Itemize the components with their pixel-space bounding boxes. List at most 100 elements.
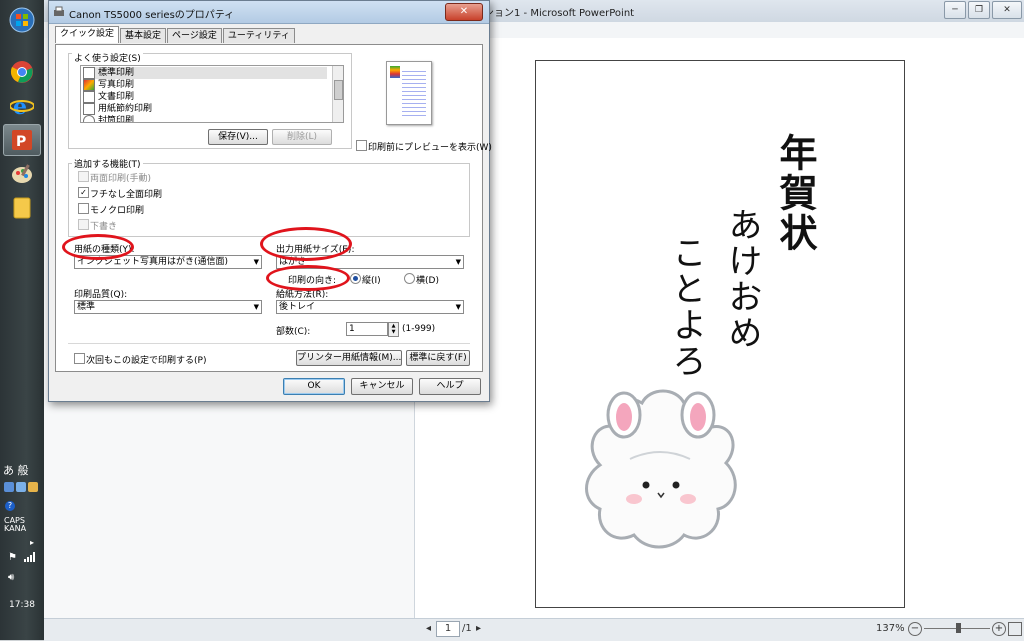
minimize-icon: ─ — [952, 5, 958, 15]
ok-button[interactable]: OK — [283, 378, 345, 395]
duplex-label[interactable]: 両面印刷(手動) — [90, 171, 151, 184]
photo-print-icon — [83, 79, 95, 91]
tray-app-icon[interactable] — [4, 482, 14, 492]
defaults-button[interactable]: 標準に戻す(F) — [406, 350, 470, 366]
zoom-level[interactable]: 137% — [876, 623, 905, 634]
list-scrollbar[interactable] — [332, 66, 343, 122]
quality-label: 印刷品質(Q): — [74, 290, 128, 300]
portrait-label[interactable]: 縦(I) — [362, 273, 381, 286]
slide-title-nengajo[interactable]: 年賀状 — [768, 133, 823, 253]
page-number-input[interactable]: 1 — [436, 621, 460, 637]
dialog-title: Canon TS5000 seriesのプロパティ — [69, 10, 235, 21]
help-button[interactable]: ヘルプ — [419, 378, 481, 395]
clock[interactable]: 17:38 — [0, 600, 44, 610]
ppt-window-title: ション1 - Microsoft PowerPoint — [484, 8, 635, 19]
monochrome-label[interactable]: モノクロ印刷 — [90, 203, 144, 216]
taskbar-powerpoint[interactable]: P — [3, 124, 41, 156]
draft-checkbox[interactable] — [78, 219, 89, 230]
tray-app-icon[interactable] — [28, 482, 38, 492]
taskbar-paint[interactable] — [3, 158, 41, 190]
duplex-checkbox[interactable] — [78, 171, 89, 182]
frequent-settings-list[interactable]: 標準印刷 写真印刷 文書印刷 用紙節約印刷 封筒印刷 — [80, 65, 344, 123]
copies-spinner[interactable]: ▲ ▼ — [388, 322, 399, 337]
list-item[interactable]: 文書印刷 — [83, 91, 134, 103]
taskbar-ie[interactable]: e — [3, 90, 41, 122]
list-item[interactable]: 用紙節約印刷 — [83, 103, 152, 115]
show-hidden-icons[interactable]: ▸ — [30, 538, 34, 547]
tab-main[interactable]: 基本設定 — [120, 28, 167, 43]
zoom-slider-thumb[interactable] — [956, 623, 961, 633]
slide[interactable]: 年賀状 あけおめ ことよろ — [535, 60, 905, 608]
paper-source-select[interactable]: 後トレイ ▼ — [276, 300, 464, 314]
cancel-button[interactable]: キャンセル — [351, 378, 413, 395]
quality-select[interactable]: 標準 ▼ — [74, 300, 262, 314]
chevron-down-icon: ▼ — [455, 303, 461, 311]
folder-icon — [13, 197, 31, 219]
help-icon[interactable]: ? — [5, 501, 15, 511]
quick-setup-panel: よく使う設定(S) 標準印刷 写真印刷 文書印刷 用紙節約印刷 封筒印刷 保存(… — [55, 44, 492, 372]
minimize-button[interactable]: ─ — [944, 1, 966, 19]
list-item[interactable]: 標準印刷 — [83, 67, 327, 79]
dialog-close-button[interactable]: ✕ — [445, 3, 483, 21]
taskbar-chrome[interactable] — [3, 56, 41, 88]
slide-text-kotoyoro[interactable]: ことよろ — [662, 235, 711, 379]
zoom-in-icon[interactable]: + — [992, 622, 1006, 636]
volume-icon[interactable]: 🔊︎ — [8, 572, 14, 583]
close-icon: ✕ — [1003, 5, 1011, 15]
frequent-settings-label: よく使う設定(S) — [72, 51, 143, 64]
dialog-titlebar: Canon TS5000 seriesのプロパティ ✕ — [49, 1, 489, 24]
annotation-oval — [62, 234, 134, 260]
list-item[interactable]: 封筒印刷 — [83, 115, 134, 122]
borderless-checkbox[interactable]: ✓ — [78, 187, 89, 198]
kana-indicator: KANA — [4, 524, 27, 533]
restore-button[interactable]: ❐ — [968, 1, 990, 19]
landscape-label[interactable]: 横(D) — [416, 273, 439, 286]
scrollbar-thumb[interactable] — [334, 80, 343, 100]
portrait-radio[interactable] — [350, 273, 361, 284]
zoom-out-icon[interactable]: − — [908, 622, 922, 636]
tray-app-icon[interactable] — [16, 482, 26, 492]
powerpoint-icon: P — [12, 130, 32, 150]
paper-saving-icon — [83, 103, 95, 115]
start-button[interactable] — [3, 4, 41, 36]
page-total: /1 — [462, 623, 472, 634]
printer-media-info-button[interactable]: プリンター用紙情報(M)... — [296, 350, 402, 366]
copies-input[interactable]: 1 — [346, 322, 388, 336]
landscape-radio[interactable] — [404, 273, 415, 284]
standard-print-icon — [83, 67, 95, 79]
document-print-icon — [83, 91, 95, 103]
ppt-close-button[interactable]: ✕ — [992, 1, 1022, 19]
keep-settings-checkbox[interactable] — [74, 353, 85, 364]
slide-editor[interactable]: 年賀状 あけおめ ことよろ — [415, 38, 1024, 618]
action-center-flag-icon[interactable]: ⚑ — [8, 552, 17, 563]
fit-slide-icon[interactable] — [1008, 622, 1022, 636]
printer-properties-dialog: Canon TS5000 seriesのプロパティ ✕ クイック設定 基本設定 … — [48, 0, 492, 402]
internet-explorer-icon: e — [10, 94, 34, 118]
save-button[interactable]: 保存(V)... — [208, 129, 268, 145]
network-icon[interactable] — [24, 552, 36, 562]
draft-label[interactable]: 下書き — [90, 219, 117, 232]
list-item[interactable]: 写真印刷 — [83, 79, 134, 91]
taskbar-explorer[interactable] — [3, 192, 41, 224]
borderless-label[interactable]: フチなし全面印刷 — [90, 187, 162, 200]
checkmark-icon: ✓ — [80, 188, 87, 197]
page-prev-icon[interactable]: ◂ — [426, 623, 431, 634]
tab-page-setup[interactable]: ページ設定 — [167, 28, 222, 43]
preview-image-icon — [390, 66, 400, 78]
rabbit-illustration[interactable] — [576, 379, 746, 555]
ime-indicator[interactable]: あ 般 — [3, 462, 29, 478]
delete-button[interactable]: 削除(L) — [272, 129, 332, 145]
preview-before-print-checkbox[interactable] — [356, 140, 367, 151]
tab-utility[interactable]: ユーティリティ — [222, 28, 295, 43]
slide-text-akeome[interactable]: あけおめ — [718, 207, 767, 351]
taskbar: e P あ 般 ? CAPS KANA ▸ ⚑ 🔊︎ 17:38 — [0, 0, 45, 640]
monochrome-checkbox[interactable] — [78, 203, 89, 214]
spin-down-icon[interactable]: ▼ — [389, 329, 398, 335]
preview-before-print-label[interactable]: 印刷前にプレビューを表示(W) — [368, 140, 492, 153]
paint-icon — [12, 164, 32, 183]
page-next-icon[interactable]: ▸ — [476, 623, 481, 634]
chevron-down-icon: ▼ — [455, 258, 461, 266]
tab-quick-setup[interactable]: クイック設定 — [55, 26, 120, 43]
keep-settings-label[interactable]: 次回もこの設定で印刷する(P) — [86, 353, 206, 366]
divider — [68, 343, 470, 344]
